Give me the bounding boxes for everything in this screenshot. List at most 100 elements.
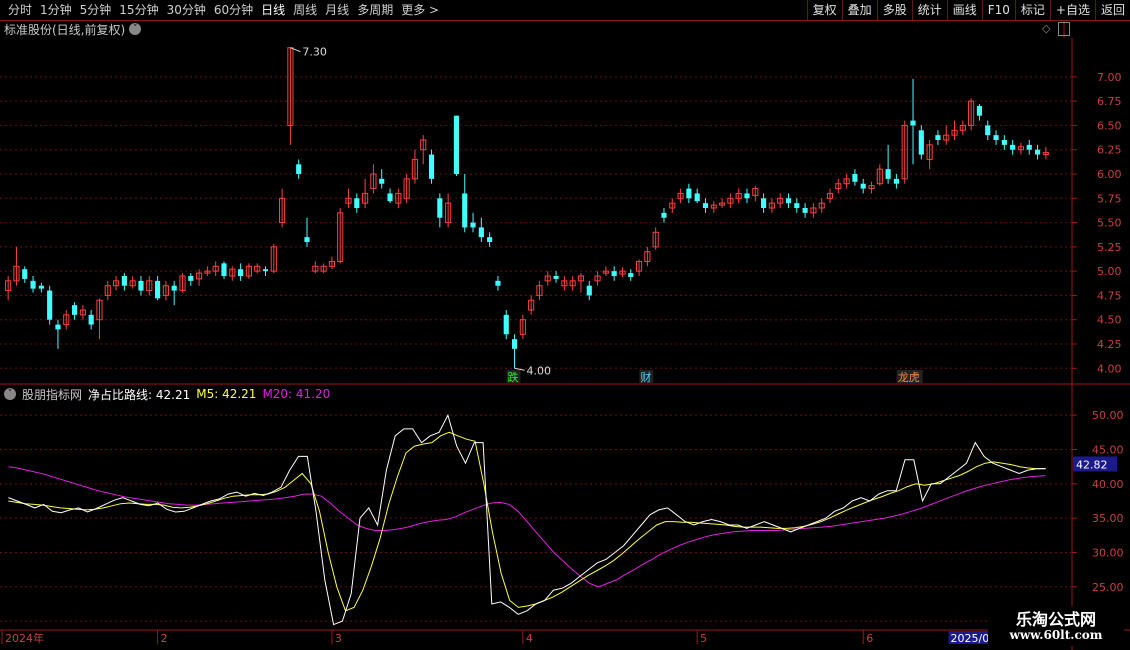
watermark-title: 乐淘公式网 — [1015, 610, 1096, 629]
watermark: 乐淘公式网 www.60lt.com — [988, 606, 1124, 646]
candle-body — [644, 251, 651, 262]
x-tick-label: 2024年 — [5, 631, 44, 645]
candle-body — [171, 285, 177, 291]
action-button-6[interactable]: 标记 — [1014, 0, 1050, 20]
candle-body — [395, 192, 402, 204]
period-tab-1[interactable]: 1分钟 — [36, 0, 76, 20]
high-pointer — [290, 47, 301, 53]
candle-body — [245, 265, 252, 277]
candle-body — [403, 178, 410, 199]
candle-body — [727, 197, 734, 204]
candle-body — [328, 260, 335, 267]
candle-body — [428, 154, 435, 179]
action-button-4[interactable]: 画线 — [946, 0, 982, 20]
x-tick-label: 5 — [700, 632, 707, 645]
candle-body — [30, 280, 36, 289]
period-tab-9[interactable]: 多周期 — [353, 0, 397, 20]
action-button-7[interactable]: +自选 — [1049, 0, 1095, 20]
indicator-m5-label: M5: 42.21 — [196, 387, 257, 401]
candle-body — [544, 275, 551, 282]
candle-body — [976, 106, 983, 116]
ind-y-tick-label: 40.00 — [1092, 478, 1124, 491]
candle-body — [577, 275, 585, 282]
candle-body — [71, 305, 78, 315]
candle-body — [354, 198, 360, 208]
candle-body — [860, 183, 866, 189]
indicator-line — [8, 413, 1046, 626]
candle-body — [63, 314, 70, 326]
candle-body — [993, 135, 999, 140]
candle-body — [619, 270, 626, 275]
candle-body — [868, 185, 875, 190]
candle-body — [279, 197, 286, 224]
period-tab-0[interactable]: 分时 — [4, 0, 36, 20]
candle-body — [744, 193, 750, 199]
candle-series — [5, 47, 1049, 369]
y-tick-label: 4.00 — [1097, 362, 1122, 375]
action-button-1[interactable]: 叠加 — [841, 0, 877, 20]
candle-body — [495, 280, 501, 286]
period-tab-4[interactable]: 30分钟 — [163, 0, 210, 20]
candle-body — [254, 265, 261, 272]
y-tick-label: 6.75 — [1097, 95, 1122, 108]
candle-body — [146, 280, 153, 292]
chevron-down-icon[interactable]: ˅ — [4, 388, 16, 400]
candle-body — [677, 192, 684, 199]
candle-body — [694, 193, 700, 202]
period-tab-2[interactable]: 5分钟 — [76, 0, 116, 20]
candle-body — [196, 272, 203, 280]
marker-1: 财 — [640, 370, 651, 384]
low-pointer — [514, 367, 525, 371]
action-button-0[interactable]: 复权 — [806, 0, 842, 20]
candle-body — [138, 280, 144, 291]
candle-body — [345, 197, 352, 204]
candle-body — [719, 202, 726, 206]
candle-body — [155, 280, 161, 299]
candle-body — [752, 188, 759, 196]
x-tick-label: 6 — [866, 632, 873, 645]
diamond-icon[interactable]: ◇ — [1042, 22, 1050, 35]
candle-body — [852, 174, 858, 182]
action-button-3[interactable]: 统计 — [911, 0, 947, 20]
period-tab-10[interactable]: 更多 > — [397, 0, 443, 20]
period-tab-3[interactable]: 15分钟 — [115, 0, 162, 20]
action-button-5[interactable]: F10 — [981, 0, 1015, 20]
candle-body — [262, 269, 269, 272]
candle-body — [511, 339, 518, 349]
candle-body — [462, 193, 468, 228]
stock-title: 标准股份(日线,前复权) — [4, 22, 126, 37]
candle-body — [38, 285, 44, 289]
candle-body — [686, 188, 692, 199]
candle-body — [968, 100, 975, 126]
candle-body — [794, 203, 800, 208]
candle-body — [652, 231, 659, 248]
candle-body — [569, 280, 576, 287]
candle-body — [1017, 146, 1025, 151]
candle-body — [487, 237, 493, 242]
chevron-down-icon[interactable]: ˅ — [129, 23, 142, 35]
candle-body — [768, 202, 775, 209]
ind-y-tick-label: 50.00 — [1092, 409, 1124, 422]
panel-toggle-icon[interactable] — [1058, 22, 1070, 36]
high-label: 7.30 — [302, 46, 327, 59]
indicator-m20-label: M20: 41.20 — [262, 387, 331, 401]
current-value: 42.82 — [1076, 458, 1108, 471]
action-button-8[interactable]: 返回 — [1094, 0, 1130, 20]
period-tab-6[interactable]: 日线 — [257, 0, 289, 20]
y-tick-label: 6.50 — [1097, 119, 1122, 132]
kline-chart: 7.00 6.75 6.50 6.25 6.00 5.75 5.50 5.25 5.00 4.75… — [0, 21, 1130, 650]
candle-body — [611, 271, 617, 276]
candle-body — [453, 115, 460, 174]
indicator-line-label: 净占比路线: 42.21 — [88, 387, 191, 402]
candle-body — [926, 144, 933, 160]
marker-bg — [639, 370, 654, 383]
candle-body — [387, 193, 393, 202]
period-tab-5[interactable]: 60分钟 — [210, 0, 257, 20]
y-tick-label: 7.00 — [1097, 71, 1122, 84]
candle-body — [1042, 152, 1049, 156]
candle-body — [188, 276, 194, 281]
candle-body — [503, 314, 509, 335]
period-tab-8[interactable]: 月线 — [321, 0, 353, 20]
action-button-2[interactable]: 多股 — [876, 0, 912, 20]
period-tab-7[interactable]: 周线 — [289, 0, 321, 20]
